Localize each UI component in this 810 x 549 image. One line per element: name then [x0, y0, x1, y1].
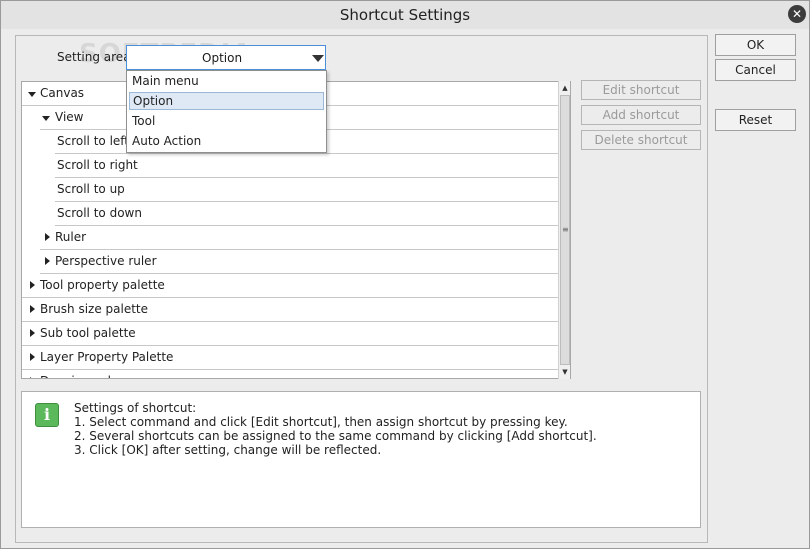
- expand-arrow-icon[interactable]: [30, 281, 35, 289]
- scroll-down-icon[interactable]: ▼: [560, 366, 570, 378]
- tree-row-sub-tool-palette[interactable]: Sub tool palette: [22, 322, 558, 346]
- tree-row-label: Ruler: [55, 230, 87, 244]
- expand-arrow-icon[interactable]: [42, 116, 50, 121]
- dropdown-item-auto-action[interactable]: Auto Action: [129, 132, 324, 150]
- expand-arrow-icon[interactable]: [30, 377, 35, 378]
- setting-area-value: Option: [202, 51, 243, 65]
- tree-row-label: Drawing color: [40, 370, 123, 378]
- tree-row-label: Scroll to down: [57, 206, 142, 220]
- reset-button[interactable]: Reset: [715, 109, 796, 131]
- tree-row-label: Layer Property Palette: [40, 350, 174, 364]
- tree-scrollbar[interactable]: ▲ ≡ ▼: [558, 81, 570, 379]
- edit-shortcut-button[interactable]: Edit shortcut: [581, 80, 701, 100]
- tree-row-label: Brush size palette: [40, 302, 149, 316]
- setting-area-dropdown: Main menu Option Tool Auto Action: [126, 70, 327, 153]
- tree-row-label: Tool property palette: [40, 278, 165, 292]
- expand-arrow-icon[interactable]: [45, 257, 50, 265]
- close-icon[interactable]: ✕: [788, 5, 806, 23]
- info-icon: i: [35, 403, 59, 427]
- info-line: Settings of shortcut:: [74, 401, 197, 415]
- tree-row-label: Perspective ruler: [55, 254, 157, 268]
- dropdown-item-option[interactable]: Option: [129, 92, 324, 110]
- tree-row-label: View: [55, 110, 84, 124]
- tree-row-scroll-right[interactable]: Scroll to right: [55, 154, 558, 178]
- tree-row-layer-property-palette[interactable]: Layer Property Palette: [22, 346, 558, 370]
- tree-row-brush-size-palette[interactable]: Brush size palette: [22, 298, 558, 322]
- tree-row-label: Scroll to right: [57, 158, 138, 172]
- dropdown-item-tool[interactable]: Tool: [129, 112, 324, 130]
- expand-arrow-icon[interactable]: [30, 329, 35, 337]
- tree-row-tool-property-palette[interactable]: Tool property palette: [22, 274, 558, 298]
- tree-row-label: Scroll to left: [57, 134, 130, 148]
- expand-arrow-icon[interactable]: [28, 92, 36, 97]
- info-line: 2. Several shortcuts can be assigned to …: [74, 429, 597, 443]
- tree-row-scroll-down[interactable]: Scroll to down: [55, 202, 558, 226]
- setting-area-select[interactable]: Option: [126, 45, 326, 70]
- tree-row-perspective-ruler[interactable]: Perspective ruler: [40, 250, 558, 274]
- tree-row-scroll-up[interactable]: Scroll to up: [55, 178, 558, 202]
- expand-arrow-icon[interactable]: [45, 233, 50, 241]
- tree-row-label: Sub tool palette: [40, 326, 136, 340]
- title-bar: Shortcut Settings ✕: [1, 1, 809, 29]
- chevron-down-icon: [312, 55, 324, 62]
- scroll-up-icon[interactable]: ▲: [560, 82, 570, 94]
- tree-row-ruler[interactable]: Ruler: [40, 226, 558, 250]
- add-shortcut-button[interactable]: Add shortcut: [581, 105, 701, 125]
- window-title: Shortcut Settings: [339, 6, 471, 24]
- setting-area-label: Setting area:: [57, 50, 135, 64]
- tree-row-label: Canvas: [40, 86, 85, 100]
- ok-button[interactable]: OK: [715, 34, 796, 56]
- expand-arrow-icon[interactable]: [30, 353, 35, 361]
- shortcut-settings-window: Shortcut Settings ✕ SOFTPEDIA Setting ar…: [0, 0, 810, 549]
- expand-arrow-icon[interactable]: [30, 305, 35, 313]
- delete-shortcut-button[interactable]: Delete shortcut: [581, 130, 701, 150]
- info-panel: i Settings of shortcut: 1. Select comman…: [21, 391, 701, 528]
- cancel-button[interactable]: Cancel: [715, 59, 796, 81]
- info-line: 3. Click [OK] after setting, change will…: [74, 443, 382, 457]
- tree-row-label: Scroll to up: [57, 182, 125, 196]
- info-line: 1. Select command and click [Edit shortc…: [74, 415, 568, 429]
- dropdown-item-main-menu[interactable]: Main menu: [129, 72, 324, 90]
- grip-icon: ≡: [562, 225, 569, 234]
- tree-row-drawing-color[interactable]: Drawing color: [22, 370, 558, 378]
- scrollbar-thumb[interactable]: ≡: [560, 95, 570, 365]
